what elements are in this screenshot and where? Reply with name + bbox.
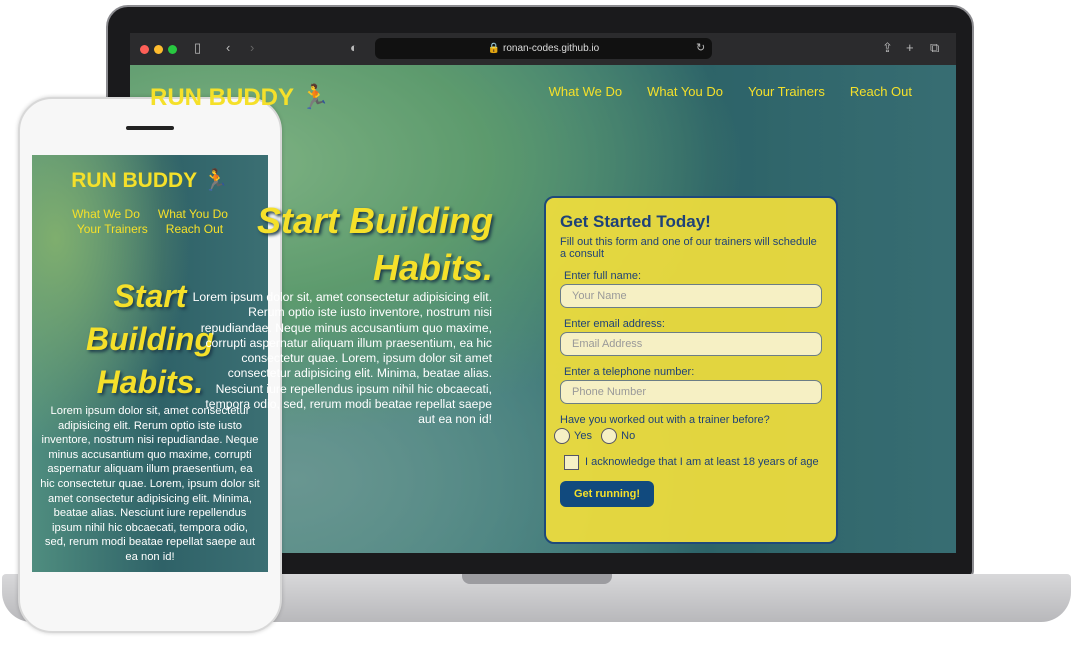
share-icon[interactable]: ⇪ [882,40,893,56]
phone-speaker [126,126,174,130]
email-input[interactable]: Email Address [560,332,822,356]
lock-icon: 🔒 [487,43,504,54]
mobile-nav: What We Do What You Do Your Trainers Rea… [32,207,268,237]
no-radio[interactable] [601,428,618,444]
address-bar[interactable]: 🔒 ronan-codes.github.io [375,38,712,59]
age-ack-label: I acknowledge that I am at least 18 year… [585,456,819,468]
form-subtitle: Fill out this form and one of our traine… [560,236,817,260]
age-checkbox[interactable] [564,454,579,470]
nav-your-trainers[interactable]: Your Trainers [748,84,825,99]
no-label: No [621,429,636,442]
tabs-overview-icon[interactable]: ⧉ [930,40,939,56]
yes-radio[interactable] [554,428,570,444]
close-window-button[interactable] [140,44,149,54]
nav-what-we-do[interactable]: What We Do [549,84,622,99]
hero-title: Start Building Habits. [256,200,493,288]
mobile-nav-reach-out[interactable]: Reach Out [166,222,223,237]
forward-icon[interactable]: › [250,40,254,55]
phone-input[interactable]: Phone Number [560,380,822,404]
nav-what-you-do[interactable]: What You Do [647,84,723,99]
site-nav: What We Do What You Do Your Trainers Rea… [549,84,912,99]
site-logo[interactable]: RUN BUDDY 🏃 [150,83,330,112]
browser-toolbar: ▯ ‹ › ◐ 🔒 ronan-codes.github.io ↻ ⇪ + ⧉ [130,33,956,65]
back-icon[interactable]: ‹ [226,40,230,55]
email-label: Enter email address: [564,318,665,330]
mobile-nav-your-trainers[interactable]: Your Trainers [77,222,148,237]
trainer-question: Have you worked out with a trainer befor… [560,414,770,426]
reload-icon[interactable]: ↻ [696,41,705,54]
laptop-notch [462,574,612,584]
form-title: Get Started Today! [560,212,711,231]
mobile-site-logo[interactable]: RUN BUDDY 🏃 [32,169,268,193]
mobile-nav-what-you-do[interactable]: What You Do [158,207,228,222]
minimize-window-button[interactable] [154,44,163,54]
nav-reach-out[interactable]: Reach Out [850,84,912,99]
hero-text: Lorem ipsum dolor sit, amet consectetur … [192,290,492,427]
signup-form: Get Started Today! Fill out this form an… [544,196,838,544]
yes-label: Yes [574,429,592,442]
mobile-hero-text: Lorem ipsum dolor sit, amet consectetur … [40,405,260,563]
new-tab-icon[interactable]: + [906,40,914,55]
maximize-window-button[interactable] [168,44,177,54]
sidebar-icon[interactable]: ▯ [194,40,201,56]
name-input[interactable]: Your Name [560,284,822,308]
name-label: Enter full name: [564,270,642,282]
phone-label: Enter a telephone number: [564,366,695,378]
get-running-button[interactable]: Get running! [560,481,654,507]
mobile-nav-what-we-do[interactable]: What We Do [72,207,140,222]
shield-icon[interactable]: ◐ [350,40,358,55]
